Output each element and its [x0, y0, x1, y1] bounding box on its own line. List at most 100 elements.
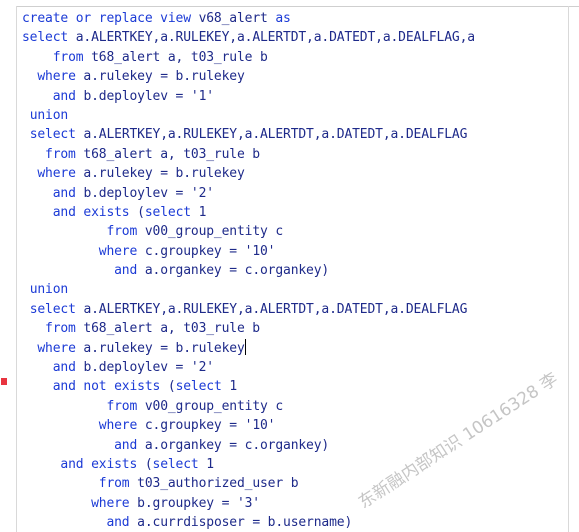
- code-line[interactable]: from v00_group_entity c: [22, 222, 567, 241]
- sql-keyword: create or replace view: [22, 11, 199, 26]
- sql-identifier: a.ALERTKEY,a.RULEKEY,a.ALERTDT,a.DATEDT,…: [83, 127, 468, 143]
- code-line[interactable]: where b.groupkey = '3': [22, 494, 567, 513]
- sql-identifier: a.ALERTKEY,a.RULEKEY,a.ALERTDT,a.DATEDT,…: [83, 301, 468, 317]
- sql-keyword: from: [45, 321, 84, 337]
- sql-identifier: t68_alert a, t03_rule b: [91, 49, 268, 65]
- sql-keyword: and exists: [52, 204, 138, 220]
- editor-top-border: [16, 6, 579, 7]
- bookmark-marker-icon[interactable]: [1, 378, 7, 385]
- code-line[interactable]: and exists (select 1: [22, 203, 567, 222]
- sql-keyword: from: [106, 398, 145, 414]
- sql-identifier: b.deploylev = '2': [83, 185, 214, 201]
- sql-identifier: v68_alert: [198, 11, 276, 26]
- code-line[interactable]: and a.currdisposer = b.username): [22, 513, 567, 532]
- code-line[interactable]: and b.deploylev = '1': [22, 87, 567, 106]
- code-line[interactable]: where a.rulekey = b.rulekey: [22, 164, 567, 183]
- code-line[interactable]: union: [22, 106, 567, 125]
- sql-identifier: a.organkey = c.organkey): [144, 437, 330, 453]
- sql-keyword: and not exists: [52, 379, 168, 395]
- sql-identifier: t68_alert a, t03_rule b: [83, 146, 260, 162]
- code-line[interactable]: where c.groupkey = '10': [22, 242, 567, 261]
- code-line[interactable]: and b.deploylev = '2': [22, 358, 567, 377]
- sql-identifier: (: [137, 204, 145, 220]
- code-line[interactable]: and not exists (select 1: [22, 377, 567, 396]
- sql-keyword: where: [98, 418, 145, 434]
- sql-identifier: c.groupkey = '10': [144, 418, 276, 434]
- editor-right-border: [568, 6, 569, 532]
- sql-keyword: and: [106, 515, 138, 531]
- code-line[interactable]: where a.rulekey = b.rulekey: [22, 338, 567, 358]
- code-line[interactable]: create or replace view v68_alert as: [22, 9, 567, 28]
- sql-identifier: a.rulekey = b.rulekey: [83, 340, 245, 356]
- code-area[interactable]: create or replace view v68_alert as selec…: [22, 9, 567, 532]
- sql-keyword: and: [114, 437, 145, 453]
- code-line[interactable]: from t68_alert a, t03_rule b: [22, 319, 567, 338]
- sql-keyword: from: [45, 146, 84, 162]
- sql-keyword: from: [98, 476, 138, 492]
- sql-keyword: as: [275, 11, 291, 26]
- sql-identifier: a.currdisposer = b.username): [137, 515, 353, 531]
- sql-identifier: t68_alert a, t03_rule b: [83, 321, 260, 337]
- code-line[interactable]: select a.ALERTKEY,a.RULEKEY,a.ALERTDT,a.…: [22, 28, 567, 47]
- code-line[interactable]: where a.rulekey = b.rulekey: [22, 67, 567, 86]
- sql-keyword: and: [114, 263, 145, 279]
- text-cursor: [244, 338, 246, 355]
- sql-identifier: b.groupkey = '3': [137, 495, 260, 511]
- code-line[interactable]: and b.deploylev = '2': [22, 184, 567, 203]
- code-line[interactable]: and exists (select 1: [22, 455, 567, 474]
- sql-keyword: where: [37, 69, 84, 85]
- sql-identifier: (: [144, 456, 153, 472]
- editor-gutter-border: [16, 6, 17, 532]
- sql-keyword: and: [52, 185, 84, 201]
- sql-editor[interactable]: create or replace view v68_alert as selec…: [0, 0, 579, 532]
- sql-keyword: and: [52, 360, 84, 376]
- code-line[interactable]: select a.ALERTKEY,a.RULEKEY,a.ALERTDT,a.…: [22, 125, 567, 144]
- code-line[interactable]: and a.organkey = c.organkey): [22, 436, 567, 455]
- code-line[interactable]: from t68_alert a, t03_rule b: [22, 48, 567, 67]
- sql-keyword: and exists: [60, 456, 145, 472]
- code-line[interactable]: union: [22, 280, 567, 299]
- sql-keyword: where: [98, 243, 145, 259]
- code-line[interactable]: from t68_alert a, t03_rule b: [22, 145, 567, 164]
- sql-identifier: a.rulekey = b.rulekey: [83, 166, 245, 182]
- sql-keyword: select: [175, 379, 230, 395]
- code-line[interactable]: and a.organkey = c.organkey): [22, 261, 567, 280]
- sql-keyword: select: [152, 456, 207, 472]
- sql-identifier: (: [167, 379, 176, 395]
- sql-identifier: t03_authorized_user b: [137, 476, 299, 492]
- sql-keyword: select: [22, 30, 76, 46]
- sql-keyword: select: [29, 301, 84, 317]
- sql-keyword: where: [37, 166, 84, 182]
- sql-keyword: union: [29, 107, 69, 123]
- code-line[interactable]: where c.groupkey = '10': [22, 416, 567, 435]
- sql-keyword: where: [91, 495, 138, 511]
- sql-keyword: where: [37, 340, 84, 356]
- sql-identifier: v00_group_entity c: [144, 224, 284, 240]
- sql-identifier: 1: [198, 204, 207, 220]
- code-line[interactable]: from v00_group_entity c: [22, 397, 567, 416]
- sql-identifier: c.groupkey = '10': [144, 243, 276, 259]
- sql-keyword: from: [52, 49, 92, 65]
- sql-keyword: union: [29, 282, 69, 298]
- code-line[interactable]: select a.ALERTKEY,a.RULEKEY,a.ALERTDT,a.…: [22, 300, 567, 319]
- sql-identifier: a.rulekey = b.rulekey: [83, 69, 245, 85]
- code-line[interactable]: from t03_authorized_user b: [22, 474, 567, 493]
- sql-identifier: b.deploylev = '1': [83, 88, 214, 104]
